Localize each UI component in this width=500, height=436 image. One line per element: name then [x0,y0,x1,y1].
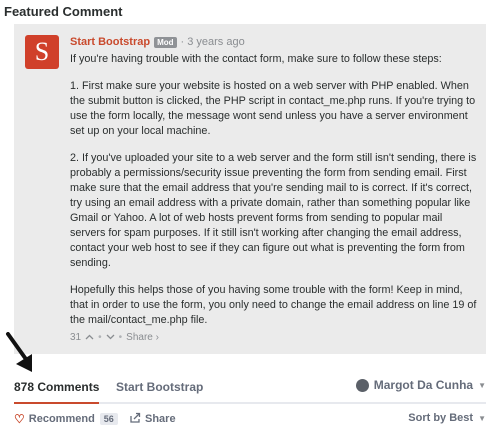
comment-paragraph: If you're having trouble with the contac… [70,53,442,65]
heart-icon: ♡ [14,412,25,426]
share-label: Share [145,413,176,425]
user-avatar-icon [355,378,369,392]
user-menu[interactable]: Margot Da Cunha ▼ [355,378,486,392]
tab-community[interactable]: Start Bootstrap [116,380,203,394]
action-separator: • [98,332,102,343]
arrow-pointer-icon [6,332,32,372]
comment-meta: Start Bootstrap Mod · 3 years ago [70,36,245,48]
chevron-down-icon: ▼ [478,380,486,390]
author-name[interactable]: Start Bootstrap [70,36,150,48]
comment-timestamp[interactable]: · 3 years ago [181,36,245,48]
mod-badge: Mod [154,36,177,48]
recommend-count: 56 [99,413,118,425]
share-button[interactable]: Share [130,412,176,426]
user-name: Margot Da Cunha [373,378,474,392]
downvote-icon[interactable] [106,332,115,343]
chevron-down-icon: ▼ [478,413,486,423]
comment-actions: 31 • • Share › [70,332,159,343]
upvote-icon[interactable] [85,332,94,343]
featured-comment-heading: Featured Comment [4,4,123,19]
action-separator: • [118,332,123,343]
share-icon [130,412,141,426]
recommend-label: Recommend [28,413,95,425]
featured-comment: S Start Bootstrap Mod · 3 years ago If y… [14,24,486,354]
sort-dropdown[interactable]: Sort by Best ▼ [408,412,486,424]
timestamp-text: 3 years ago [187,36,245,48]
comment-paragraph: 2. If you've uploaded your site to a web… [70,152,477,269]
author-avatar[interactable]: S [25,35,59,69]
comment-share-link[interactable]: Share › [126,332,159,343]
sort-label: Sort by Best [408,412,474,424]
tab-comments[interactable]: 878 Comments [14,380,100,404]
comments-tab-bar: 878 Comments Start Bootstrap Margot Da C… [14,378,486,404]
recommend-button[interactable]: ♡ Recommend 56 [14,412,118,426]
upvote-count: 31 [70,332,82,343]
comment-body: If you're having trouble with the contac… [70,52,478,340]
comment-paragraph: 1. First make sure your website is hoste… [70,80,476,137]
comment-paragraph: Hopefully this helps those of you having… [70,284,477,326]
avatar-letter: S [34,37,50,66]
comment-toolbar: ♡ Recommend 56 Share Sort by Best ▼ [14,412,486,430]
